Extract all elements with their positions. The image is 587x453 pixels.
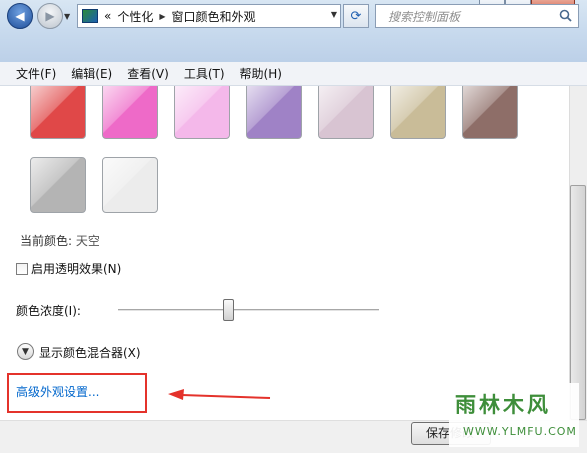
menu-bar: 文件(F) 编辑(E) 查看(V) 工具(T) 帮助(H) [0,62,587,86]
address-dropdown-icon[interactable]: ▼ [331,10,337,19]
forward-arrow-icon: ▶ [45,9,55,23]
color-swatch[interactable] [102,86,158,139]
current-color-value: 天空 [75,234,100,248]
transparency-label[interactable]: 启用透明效果(N) [31,260,121,277]
color-intensity-label: 颜色浓度(I): [16,304,81,318]
search-placeholder: 搜索控制面板 [388,9,461,24]
color-intensity-slider-thumb[interactable] [222,299,234,321]
menu-view[interactable]: 查看(V) [127,65,169,82]
color-settings-panel: 当前颜色: 天空 启用透明效果(N) 颜色浓度(I): ▼ 显示颜色混合器(X)… [0,86,569,420]
color-swatch[interactable] [246,86,302,139]
annotation-highlight-box [7,373,147,413]
color-swatch[interactable] [174,86,230,139]
annotation-arrow-icon [168,389,271,400]
transparency-checkbox[interactable] [16,263,28,275]
forward-button[interactable]: ▶ [37,3,63,29]
search-icon [559,9,572,22]
expand-mixer-button[interactable]: ▼ [17,343,34,360]
color-swatch[interactable] [102,157,158,213]
recent-pages-dropdown[interactable]: ▼ [64,12,70,21]
current-color: 当前颜色: 天空 [20,232,100,249]
watermark-main-text: 雨林木风 [455,393,551,417]
breadcrumb-item-personalization[interactable]: 个性化 [117,8,153,25]
navigation-bar [0,28,587,62]
breadcrumb-overflow[interactable]: « [104,9,111,23]
refresh-icon: ⟳ [350,8,362,24]
color-swatch[interactable] [390,86,446,139]
menu-edit[interactable]: 编辑(E) [71,65,112,82]
control-panel-icon [82,9,98,23]
menu-file[interactable]: 文件(F) [16,65,56,82]
color-swatch[interactable] [462,86,518,139]
watermark-url: WWW.YLMFU.COM [463,425,577,438]
menu-help[interactable]: 帮助(H) [240,65,282,82]
show-color-mixer-label[interactable]: 显示颜色混合器(X) [39,344,141,361]
color-swatch[interactable] [30,86,86,139]
watermark-logo: 雨林木风 WWW.YLMFU.COM [449,383,579,447]
chevron-right-icon[interactable]: ▶ [159,12,165,21]
back-button[interactable]: ◀ [7,3,33,29]
current-color-label: 当前颜色: [20,234,73,248]
color-swatch[interactable] [30,157,86,213]
back-arrow-icon: ◀ [15,9,25,23]
color-intensity-slider-track[interactable] [118,309,379,312]
breadcrumb-item-window-color[interactable]: 窗口颜色和外观 [172,8,256,25]
refresh-button[interactable]: ⟳ [343,4,369,28]
menu-tools[interactable]: 工具(T) [184,65,225,82]
search-box[interactable]: 搜索控制面板 [375,4,579,28]
chevron-down-icon: ▼ [22,346,29,357]
address-bar[interactable]: « 个性化 ▶ 窗口颜色和外观 ▼ [77,4,341,28]
color-swatch[interactable] [318,86,374,139]
